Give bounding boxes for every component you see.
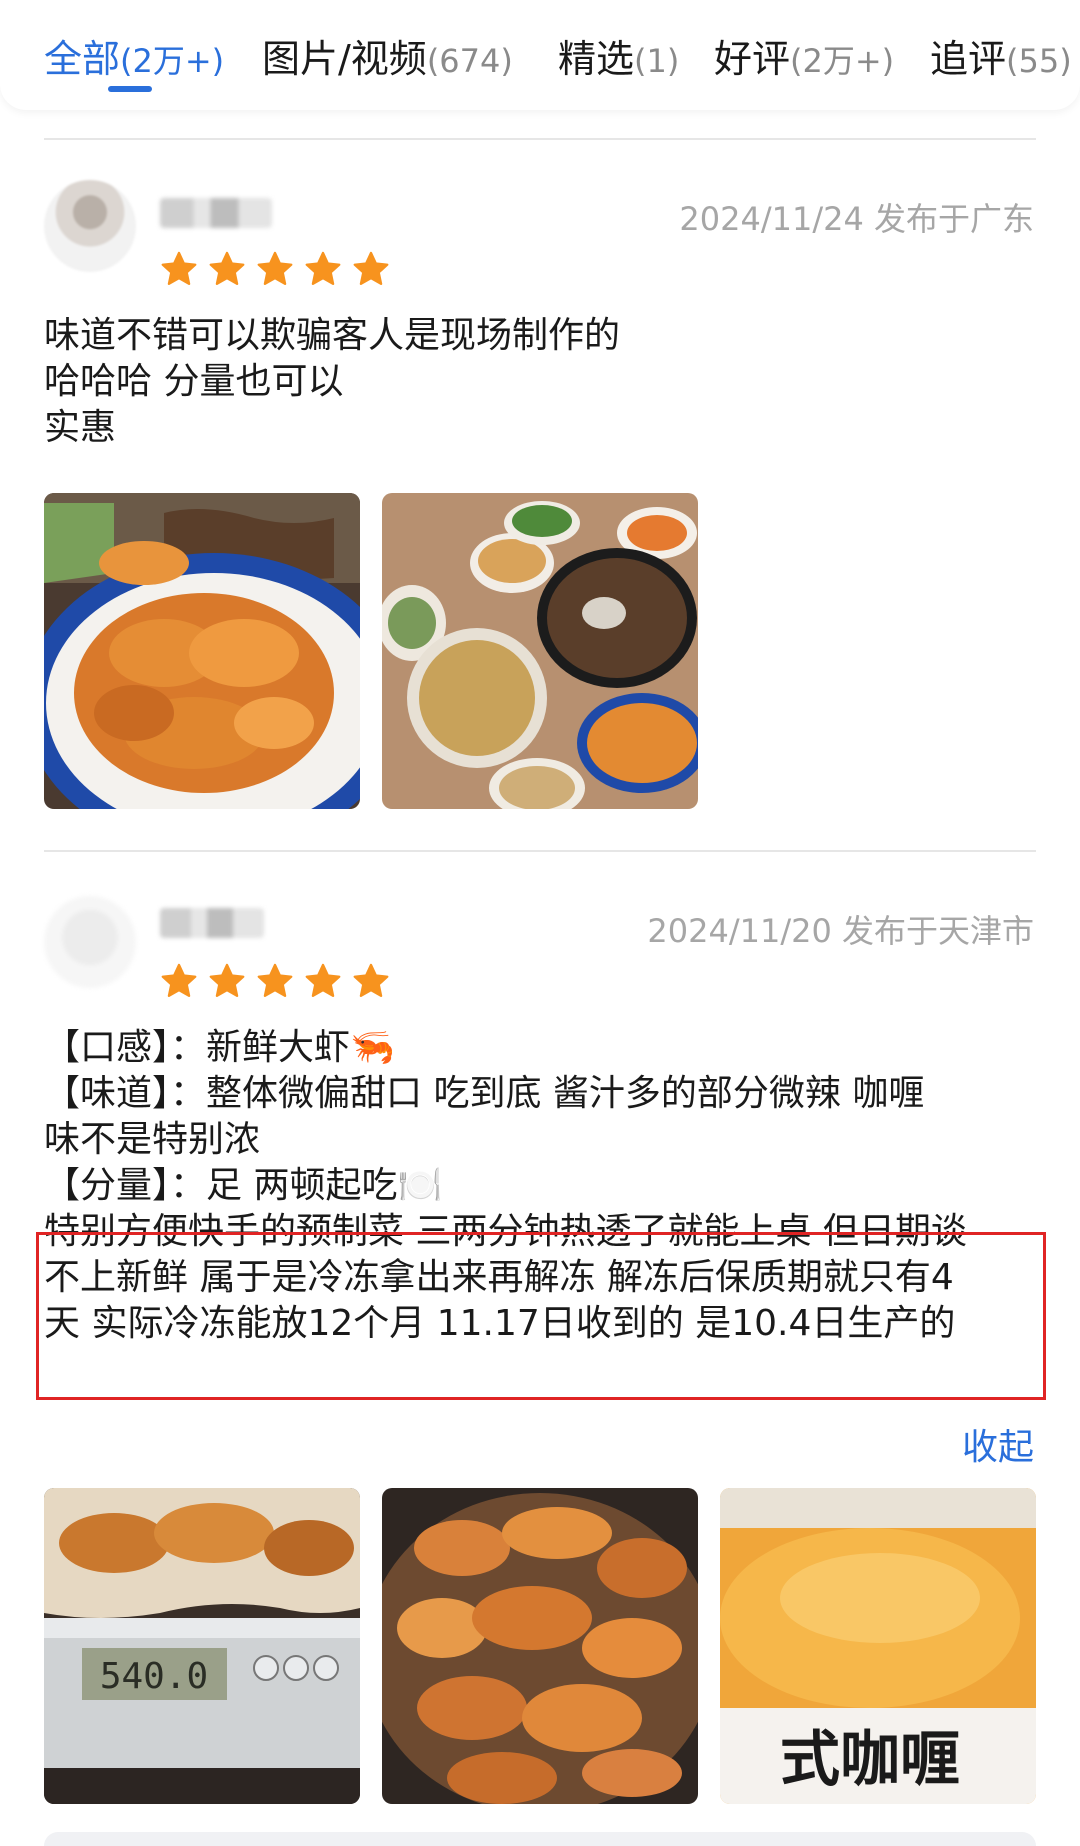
- star-icon: [161, 251, 197, 285]
- review-line: 【口感】：新鲜大虾🦐: [44, 1027, 395, 1068]
- tab-count: (55): [1006, 42, 1072, 80]
- tab-featured[interactable]: 精选(1): [558, 28, 679, 83]
- star-icon: [209, 963, 245, 997]
- star-rating: [160, 962, 390, 1000]
- star-icon: [305, 251, 341, 285]
- star-rating: [160, 250, 390, 288]
- review-line: 【味道】：整体微偏甜口 吃到底 酱汁多的部分微辣 咖喱: [44, 1073, 925, 1114]
- tab-count: (1): [634, 42, 680, 80]
- tab-photos-videos[interactable]: 图片/视频(674): [262, 28, 513, 83]
- tab-label: 好评: [714, 37, 791, 81]
- review-line: 味道不错可以欺骗客人是现场制作的: [44, 315, 621, 356]
- tab-label: 图片/视频: [262, 37, 427, 81]
- shrimp-on-scale-photo[interactable]: 540.0: [44, 1488, 360, 1804]
- scale-reading: 540.0: [100, 1656, 208, 1697]
- tab-positive[interactable]: 好评(2万+): [714, 28, 894, 83]
- divider: [44, 138, 1036, 140]
- reviews-page: 全部(2万+) 图片/视频(674) 精选(1) 好评(2万+) 追评(55) …: [0, 0, 1080, 1846]
- shrimp-pile-photo[interactable]: [382, 1488, 698, 1804]
- tab-all[interactable]: 全部(2万+): [44, 28, 224, 83]
- tab-count: (674): [426, 42, 513, 80]
- avatar[interactable]: [44, 896, 136, 988]
- package-label-text: 式咖喱: [780, 1725, 960, 1795]
- divider: [44, 850, 1036, 852]
- curry-package-photo[interactable]: 式咖喱: [720, 1488, 1036, 1804]
- tab-count: (2万+): [120, 42, 225, 80]
- review-text: 味道不错可以欺骗客人是现场制作的 哈哈哈 分量也可以 实惠: [44, 313, 620, 451]
- tab-label: 全部: [44, 37, 121, 81]
- review-line: 味不是特别浓: [44, 1119, 261, 1160]
- review-line: 哈哈哈 分量也可以: [44, 361, 344, 402]
- username-blurred: [160, 908, 264, 938]
- star-icon: [209, 251, 245, 285]
- review-line: 【分量】：足 两顿起吃🍽️: [44, 1165, 443, 1206]
- tab-label: 精选: [558, 37, 635, 81]
- avatar[interactable]: [44, 180, 136, 272]
- tab-count: (2万+): [790, 42, 895, 80]
- star-icon: [353, 251, 389, 285]
- star-icon: [257, 963, 293, 997]
- tab-label: 追评: [930, 37, 1007, 81]
- table-dishes-photo[interactable]: [382, 493, 698, 809]
- username-blurred: [160, 198, 272, 228]
- active-tab-indicator: [108, 86, 152, 92]
- star-icon: [305, 963, 341, 997]
- shrimp-plate-photo[interactable]: [44, 493, 360, 809]
- review-date: 2024/11/24 发布于广东: [679, 200, 1034, 238]
- review-date: 2024/11/20 发布于天津市: [647, 912, 1034, 950]
- highlight-annotation-box: [36, 1232, 1046, 1400]
- star-icon: [353, 963, 389, 997]
- star-icon: [257, 251, 293, 285]
- review-line: 实惠: [44, 407, 117, 448]
- next-card-edge: [44, 1832, 1036, 1846]
- star-icon: [161, 963, 197, 997]
- collapse-link[interactable]: 收起: [962, 1418, 1034, 1470]
- tab-follow-up[interactable]: 追评(55): [930, 28, 1072, 83]
- review-filter-tabs: 全部(2万+) 图片/视频(674) 精选(1) 好评(2万+) 追评(55): [0, 0, 1080, 110]
